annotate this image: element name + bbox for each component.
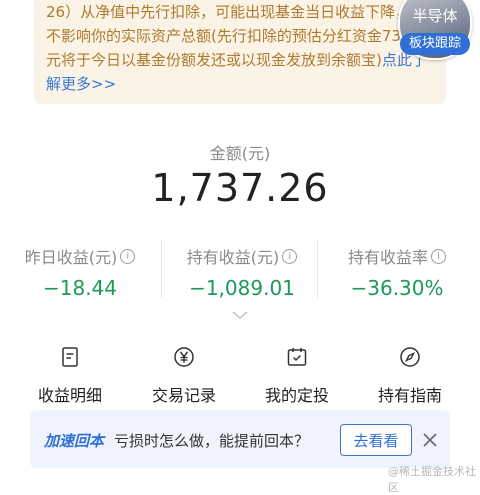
document-icon [62,347,78,367]
recovery-tip-banner: 加速回本 亏损时怎么做，能提前回本？ 去看看 [30,410,450,468]
menu-label: 收益明细 [37,386,102,405]
sector-tracking-button[interactable]: 板块跟踪 [400,33,470,55]
stat-value: −36.30% [350,276,444,300]
stat-label: 持有收益率 [347,248,428,267]
yen-circle-icon [174,347,194,367]
stat-value: −18.44 [42,276,117,300]
amount-label: 金额(元) [209,144,271,163]
stat-holding-earnings: 持有收益(元) i −1,089.01 [168,244,316,300]
menu-holding-guide[interactable]: 持有指南 [350,346,470,406]
menu-label: 持有指南 [377,386,442,405]
info-icon[interactable]: i [120,248,136,264]
go-see-button[interactable]: 去看看 [340,424,412,456]
info-icon[interactable]: i [282,248,298,264]
dividend-notice: 26）从净值中先行扣除，可能出现基金当日收益下降，但不影响你的实际资产总额(先行… [34,0,446,104]
tip-title: 加速回本 [44,432,105,450]
menu-transactions[interactable]: 交易记录 [124,346,244,406]
tip-text: 亏损时怎么做，能提前回本？ [114,432,310,450]
stat-label: 持有收益(元) [186,248,280,267]
close-icon[interactable] [422,432,438,448]
calendar-check-icon [287,348,307,366]
notice-body: 26）从净值中先行扣除，可能出现基金当日收益下降，但不影响你的实际资产总额(先行… [46,3,426,69]
menu-label: 我的定投 [264,386,329,405]
sector-name: 半导体 [412,7,458,25]
stat-holding-yield: 持有收益率 i −36.30% [324,244,470,300]
stat-value: −1,089.01 [189,276,295,300]
compass-icon [400,347,420,367]
stat-label: 昨日收益(元) [24,248,118,267]
watermark: @稀土掘金技术社区 [388,465,476,494]
amount-value: 1,737.26 [151,166,329,210]
stat-divider [161,240,162,298]
menu-earnings-detail[interactable]: 收益明细 [10,346,130,406]
chevron-down-icon[interactable] [230,309,250,321]
stat-divider [317,240,318,298]
stat-yesterday-earnings: 昨日收益(元) i −18.44 [10,244,150,300]
notice-text: 26）从净值中先行扣除，可能出现基金当日收益下降，但不影响你的实际资产总额(先行… [46,0,438,96]
info-icon[interactable]: i [431,248,446,264]
menu-label: 交易记录 [151,386,216,405]
menu-auto-invest[interactable]: 我的定投 [237,346,357,406]
